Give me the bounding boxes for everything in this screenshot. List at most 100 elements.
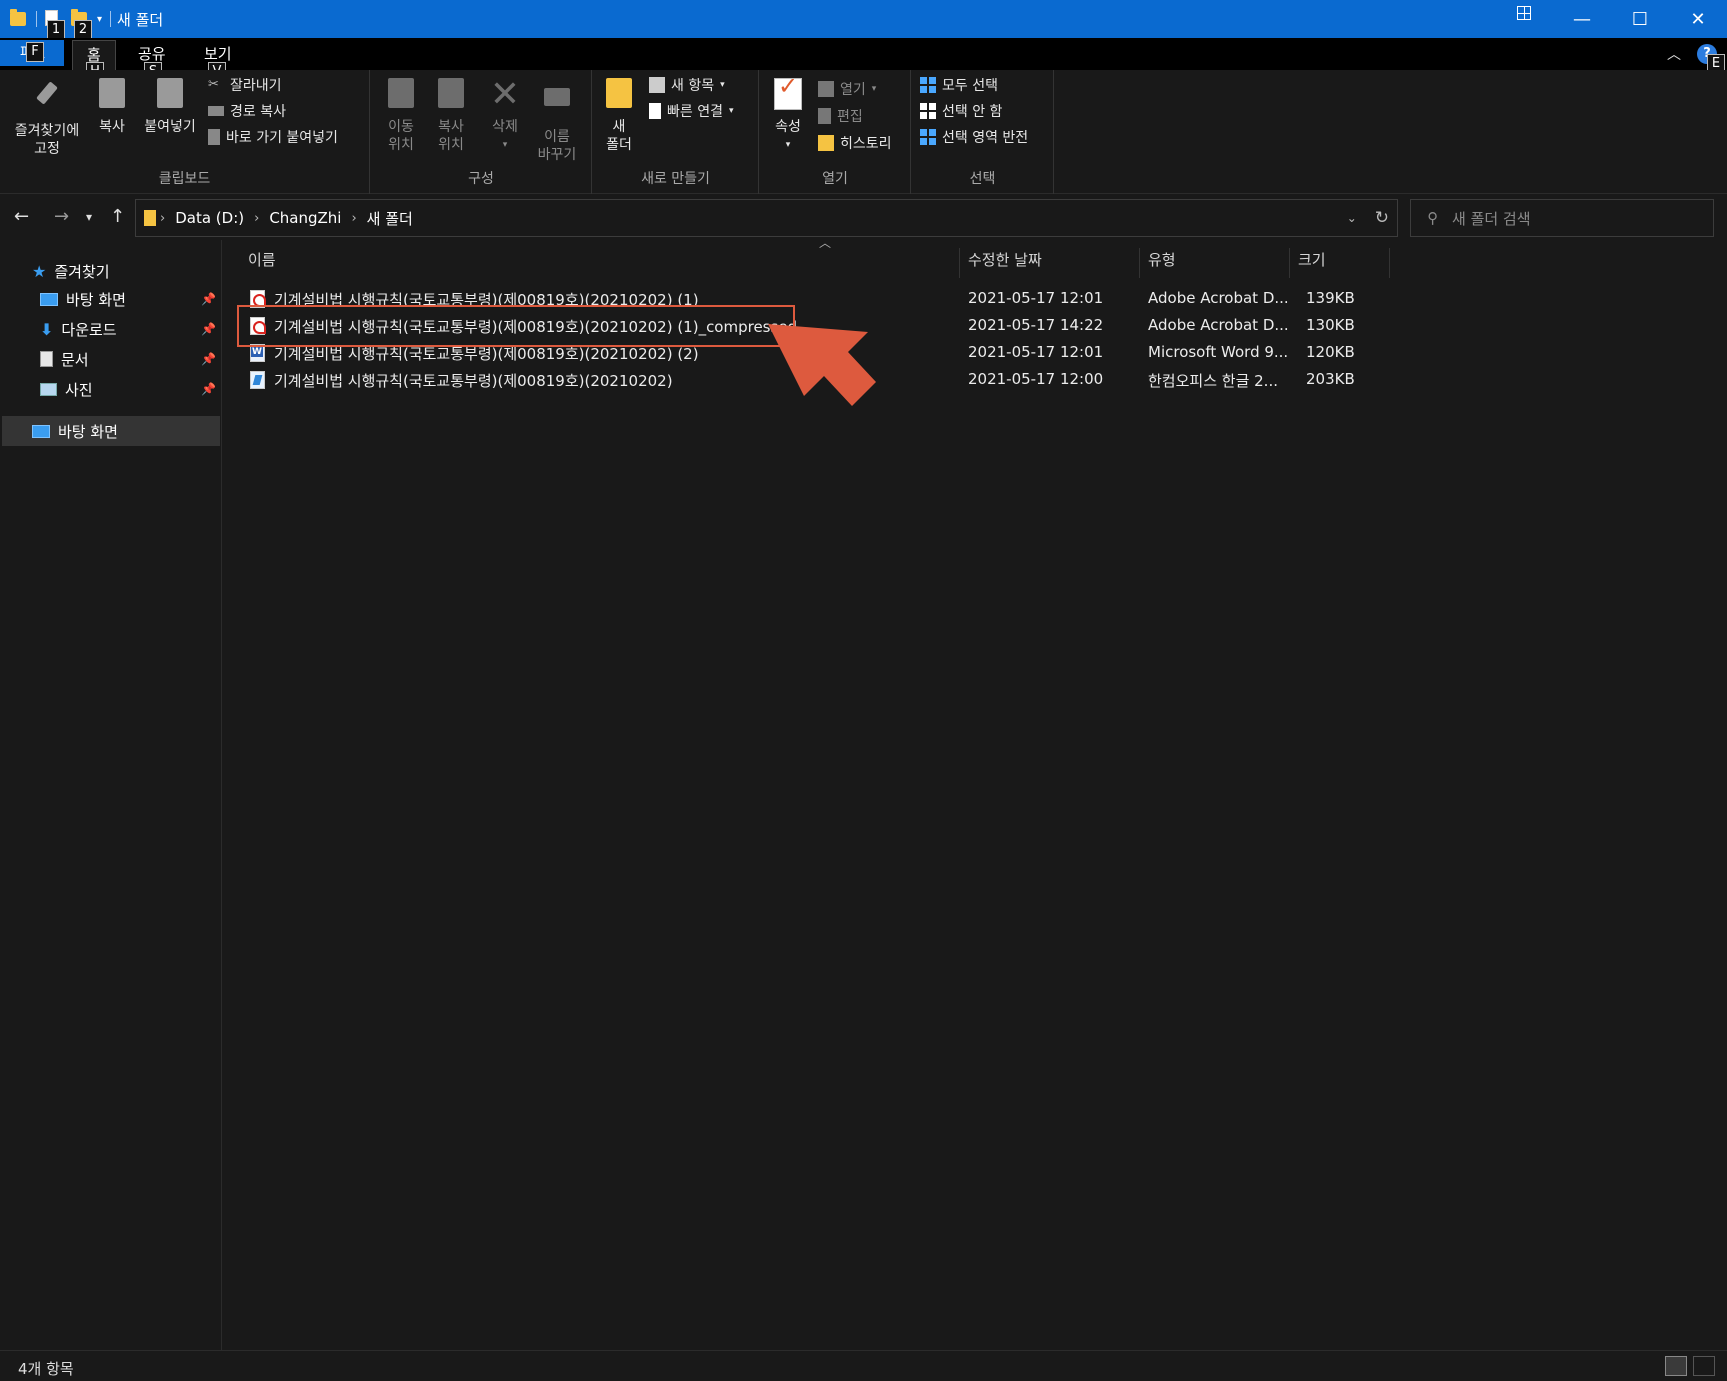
address-dropdown-icon[interactable]: ⌄ [1347, 208, 1357, 228]
column-header-modified[interactable]: 수정한 날짜 [960, 248, 1140, 278]
nav-item-label: 다운로드 [61, 320, 117, 339]
keytip-1: 1 [47, 20, 65, 40]
new-group-label: 새로 만들기 [641, 171, 710, 187]
copy-path-icon [208, 106, 224, 116]
file-modified: 2021-05-17 14:22 [968, 316, 1104, 334]
move-to-button[interactable]: 이동 위치 [379, 78, 423, 154]
keytip-file: F [26, 42, 44, 62]
file-modified: 2021-05-17 12:00 [968, 370, 1104, 388]
cut-button[interactable]: ✂ 잘라내기 [208, 74, 282, 96]
close-button[interactable]: ✕ [1669, 0, 1727, 38]
customize-quick-access-icon[interactable]: ▾ [97, 14, 102, 25]
copy-label: 복사 [99, 119, 125, 135]
select-all-button[interactable]: 모두 선택 [920, 74, 998, 96]
copy-button[interactable]: 복사 [92, 78, 132, 136]
paste-shortcut-icon [208, 129, 220, 145]
nav-item-label: 사진 [65, 380, 93, 399]
nav-item-desktop[interactable]: 바탕 화면 📌 [40, 286, 222, 312]
edit-button[interactable]: 편집 [818, 105, 863, 127]
pin-icon[interactable]: 📌 [201, 322, 216, 336]
chevron-right-icon[interactable]: › [160, 211, 165, 226]
delete-button[interactable]: ✕ 삭제 ▾ [485, 77, 525, 154]
file-size: 203KB [1306, 370, 1355, 388]
recent-locations-chevron-icon[interactable]: ▾ [86, 210, 92, 224]
column-header-name[interactable]: 이름 [240, 248, 960, 278]
easy-access-icon [649, 103, 661, 119]
copy-path-button[interactable]: 경로 복사 [208, 100, 286, 122]
nav-item-downloads[interactable]: ⬇ 다운로드 📌 [40, 316, 222, 342]
open-icon [818, 81, 834, 97]
pin-to-quick-access-button[interactable]: 즐겨찾기에 고정 [8, 78, 86, 158]
nav-item-label: 바탕 화면 [66, 290, 126, 309]
new-item-icon [649, 77, 665, 93]
select-none-label: 선택 안 함 [942, 104, 1003, 120]
search-input[interactable]: ⚲ 새 폴더 검색 [1410, 199, 1714, 237]
up-arrow-icon[interactable]: ↑ [110, 206, 125, 227]
snap-layout-icon[interactable] [1517, 6, 1531, 20]
breadcrumb-drive[interactable]: Data (D:) [175, 209, 244, 227]
file-name: 기계설비법 시행규칙(국토교통부령)(제00819호)(20210202) [274, 372, 673, 390]
large-icons-view-icon[interactable] [1693, 1356, 1715, 1376]
new-folder-button[interactable]: 새 폴더 [601, 78, 637, 154]
refresh-icon[interactable]: ↻ [1375, 208, 1389, 228]
breadcrumb-current[interactable]: 새 폴더 [367, 208, 413, 229]
column-header-size[interactable]: 크기 [1290, 248, 1390, 278]
nav-item-documents[interactable]: 문서 📌 [40, 346, 222, 372]
paste-label: 붙여넣기 [144, 119, 196, 135]
pin-label-1: 즐겨찾기에 [14, 123, 80, 139]
rename-button[interactable]: 이름 바꾸기 [531, 78, 583, 164]
folder-icon [10, 9, 28, 28]
chevron-right-icon[interactable]: › [351, 211, 356, 226]
easy-access-label: 빠른 연결 [667, 104, 723, 120]
copy-to-icon [435, 78, 467, 112]
file-size: 120KB [1306, 343, 1355, 361]
search-placeholder: 새 폴더 검색 [1452, 209, 1531, 228]
pin-icon [31, 81, 63, 116]
pin-icon[interactable]: 📌 [201, 352, 216, 366]
nav-item-pictures[interactable]: 사진 📌 [40, 376, 222, 402]
maximize-button[interactable]: ☐ [1611, 0, 1669, 38]
file-modified: 2021-05-17 12:01 [968, 289, 1104, 307]
desktop-icon [40, 292, 58, 306]
open-button[interactable]: 열기 ▾ [818, 78, 876, 100]
nav-favorites[interactable]: ★ 즐겨찾기 [32, 258, 110, 284]
pin-icon[interactable]: 📌 [201, 382, 216, 396]
new-item-button[interactable]: 새 항목 ▾ [649, 74, 725, 96]
window-title: 새 폴더 [117, 10, 164, 29]
rename-label-2: 바꾸기 [537, 147, 577, 163]
invert-selection-label: 선택 영역 반전 [942, 130, 1029, 146]
minimize-button[interactable]: — [1553, 0, 1611, 38]
properties-button[interactable]: 속성 ▾ [770, 77, 806, 154]
select-none-button[interactable]: 선택 안 함 [920, 100, 1002, 122]
paste-icon [154, 78, 186, 112]
file-list: ︿ 이름 수정한 날짜 유형 크기 기계설비법 시행규칙(국토교통부령)(제00… [224, 236, 1727, 1350]
back-arrow-icon[interactable]: ← [14, 206, 29, 227]
invert-selection-button[interactable]: 선택 영역 반전 [920, 126, 1028, 148]
forward-arrow-icon[interactable]: → [54, 206, 69, 227]
new-group: 새 폴더 새 항목 ▾ 빠른 연결 ▾ 새로 만들기 [593, 70, 759, 194]
title-bar: ▾ 새 폴더 — ☐ ✕ [0, 0, 1727, 38]
column-header-type[interactable]: 유형 [1140, 248, 1290, 278]
breadcrumb-changzhi[interactable]: ChangZhi [269, 209, 341, 227]
copy-to-button[interactable]: 복사 위치 [429, 78, 473, 154]
select-none-icon [920, 103, 936, 119]
navigation-pane: ★ 즐겨찾기 바탕 화면 📌 ⬇ 다운로드 📌 문서 📌 사진 📌 바탕 화면 [0, 240, 222, 1350]
history-button[interactable]: 히스토리 [818, 132, 892, 154]
chevron-up-icon[interactable]: ︿ [1667, 44, 1681, 64]
address-bar[interactable]: › Data (D:) › ChangZhi › 새 폴더 ⌄ ↻ [135, 199, 1398, 237]
pictures-icon [40, 382, 57, 396]
invert-selection-icon [920, 129, 936, 145]
nav-item-label: 문서 [61, 350, 89, 369]
file-type: Microsoft Word 9... [1148, 343, 1289, 361]
paste-shortcut-button[interactable]: 바로 가기 붙여넣기 [208, 126, 338, 148]
easy-access-button[interactable]: 빠른 연결 ▾ [649, 100, 734, 122]
edit-icon [818, 108, 831, 124]
chevron-right-icon[interactable]: › [254, 211, 259, 226]
move-label-1: 이동 [388, 119, 414, 135]
details-view-icon[interactable] [1665, 1356, 1687, 1376]
pin-icon[interactable]: 📌 [201, 292, 216, 306]
paste-button[interactable]: 붙여넣기 [138, 78, 202, 136]
copy-path-label: 경로 복사 [230, 104, 286, 120]
nav-item-desktop-root[interactable]: 바탕 화면 [32, 418, 118, 444]
item-count: 4개 항목 [18, 1360, 74, 1378]
